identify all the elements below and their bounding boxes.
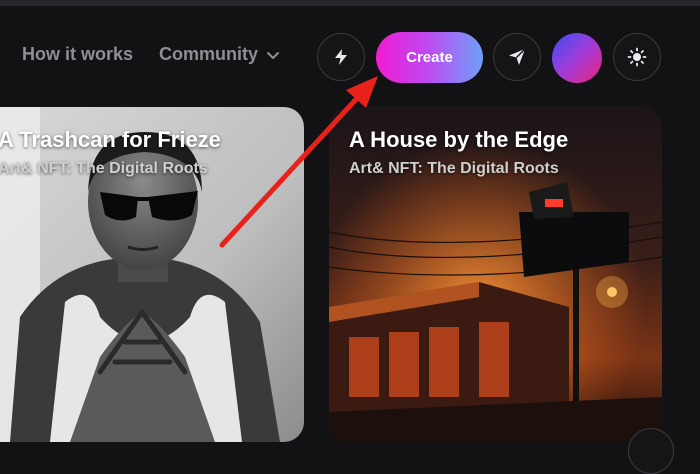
nav-how-it-works[interactable]: How it works (22, 44, 133, 65)
theme-toggle-button[interactable] (613, 33, 661, 81)
card-trashcan-for-frieze[interactable]: A Trashcan for Frieze Art& NFT: The Digi… (0, 107, 304, 442)
send-icon (509, 48, 526, 65)
create-button-label: Create (406, 49, 453, 66)
lightning-button[interactable] (317, 33, 365, 81)
top-strip (0, 0, 700, 6)
card-title: A Trashcan for Frieze (0, 127, 221, 152)
card-title: A House by the Edge (349, 127, 569, 152)
lightning-icon (335, 49, 347, 65)
nav-community-label: Community (159, 44, 258, 64)
card-image-night-scene (329, 107, 662, 442)
avatar[interactable] (552, 33, 602, 83)
card-house-by-the-edge[interactable]: A House by the Edge Art& NFT: The Digita… (329, 107, 662, 442)
card-subtitle: Art& NFT: The Digital Roots (349, 160, 559, 177)
nav-how-it-works-label: How it works (22, 44, 134, 64)
card-subtitle: Art& NFT: The Digital Roots (0, 160, 208, 177)
chevron-down-icon (267, 51, 279, 59)
carousel-next-button[interactable] (628, 428, 674, 474)
sun-icon (627, 47, 647, 67)
nav-community[interactable]: Community (159, 44, 280, 65)
send-button[interactable] (493, 33, 541, 81)
create-button[interactable]: Create (376, 32, 483, 83)
card-image-portrait (0, 107, 304, 442)
